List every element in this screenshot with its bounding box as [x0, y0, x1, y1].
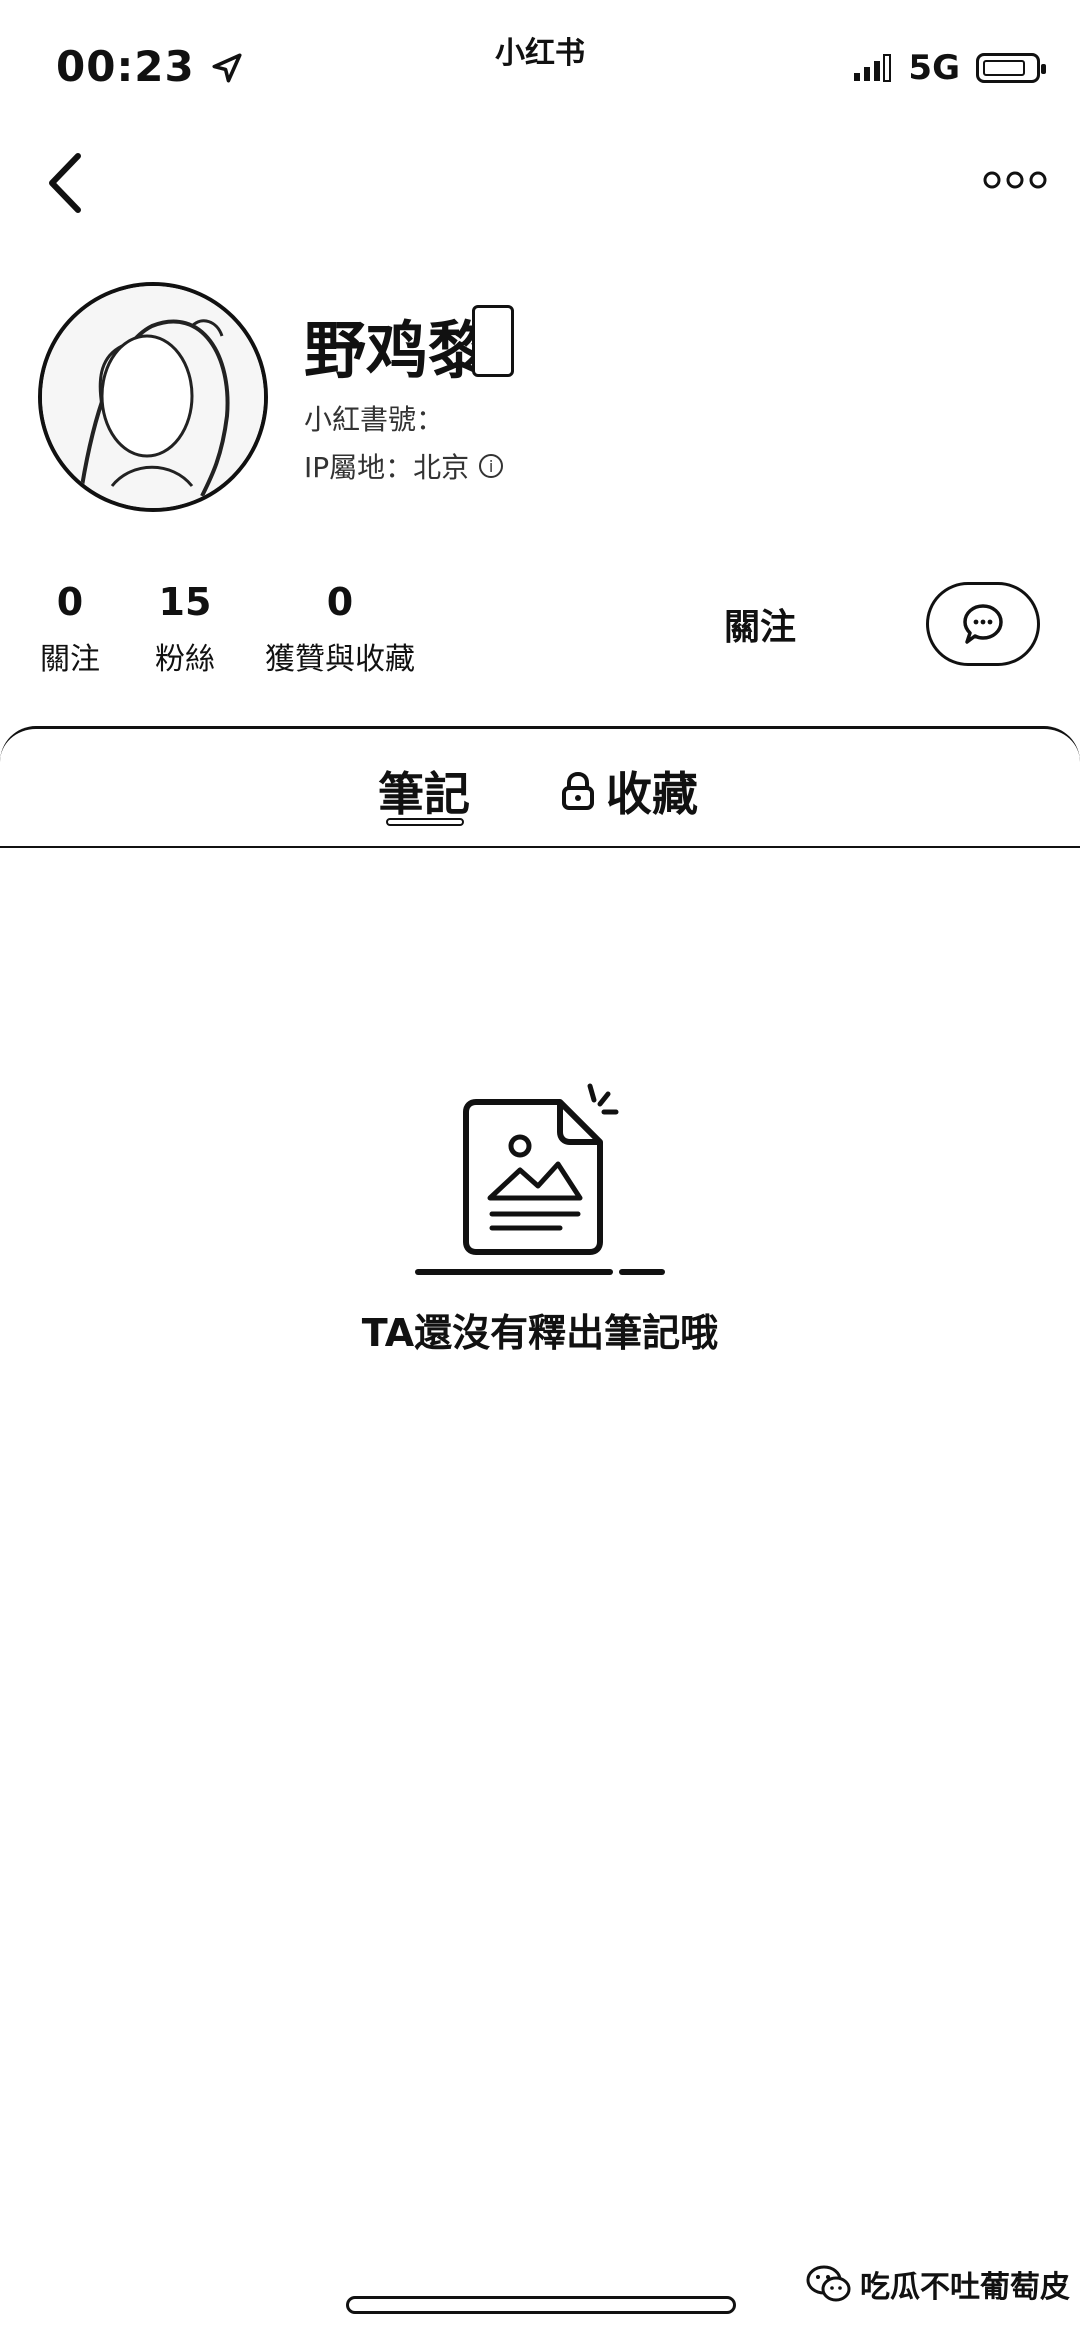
- ip-location: IP屬地：北京 i: [304, 446, 504, 486]
- tab-collections[interactable]: 收藏: [560, 758, 698, 824]
- empty-state-message: TA還沒有釋出筆記哦: [361, 1311, 719, 1355]
- message-button[interactable]: [926, 582, 1040, 666]
- network-type: 5G: [908, 48, 960, 88]
- red-id[interactable]: 小紅書號：: [304, 398, 444, 438]
- more-button[interactable]: [980, 160, 1050, 200]
- back-button[interactable]: [40, 148, 90, 218]
- follow-button[interactable]: 關注: [690, 594, 830, 654]
- watermark: 吃瓜不吐葡萄皮: [806, 2262, 1070, 2306]
- lock-icon: [562, 771, 594, 810]
- empty-notes-illustration: [410, 1080, 670, 1280]
- chevron-left-icon: [49, 153, 81, 213]
- nickname: 野鸡黎: [304, 314, 491, 387]
- avatar-image: [42, 286, 264, 508]
- tab-notes[interactable]: 筆記: [378, 758, 470, 824]
- stat-followers[interactable]: 15 粉絲: [140, 580, 230, 678]
- image-document-icon: [415, 1083, 665, 1275]
- tabs-divider: [0, 846, 1080, 848]
- stat-following[interactable]: 0 關注: [30, 580, 110, 678]
- nickname-redaction: [472, 305, 514, 377]
- signal-icon: [854, 54, 892, 82]
- content-panel: [0, 726, 1080, 2337]
- tab-active-indicator: [386, 818, 464, 826]
- home-indicator[interactable]: [346, 2296, 736, 2314]
- stat-likes-and-collects[interactable]: 0 獲贊與收藏: [258, 580, 422, 678]
- info-icon[interactable]: i: [479, 454, 504, 478]
- wechat-icon: [806, 2265, 851, 2302]
- chat-icon: [963, 604, 1003, 644]
- battery-icon: [976, 53, 1046, 83]
- status-indicators: 5G: [852, 48, 1046, 88]
- more-dots-icon: [983, 171, 1047, 189]
- avatar[interactable]: [38, 282, 268, 512]
